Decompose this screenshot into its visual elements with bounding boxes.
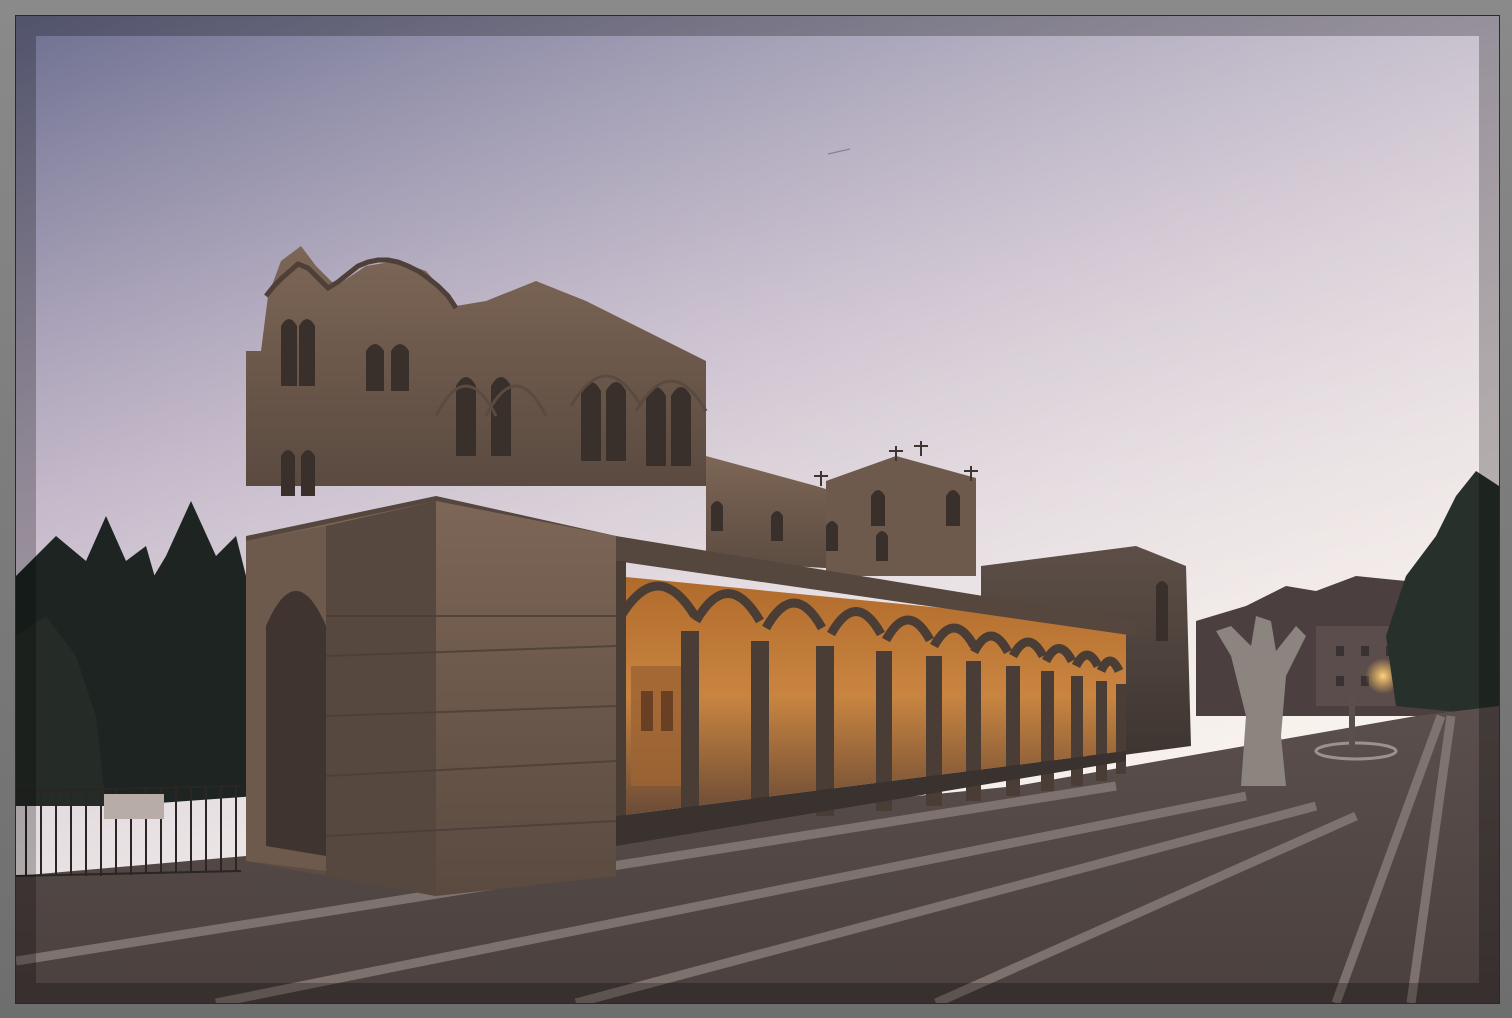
basilica-scene (16, 16, 1499, 1003)
fence-sign (104, 794, 164, 819)
photo-frame (0, 0, 1512, 1018)
photograph (15, 15, 1500, 1004)
